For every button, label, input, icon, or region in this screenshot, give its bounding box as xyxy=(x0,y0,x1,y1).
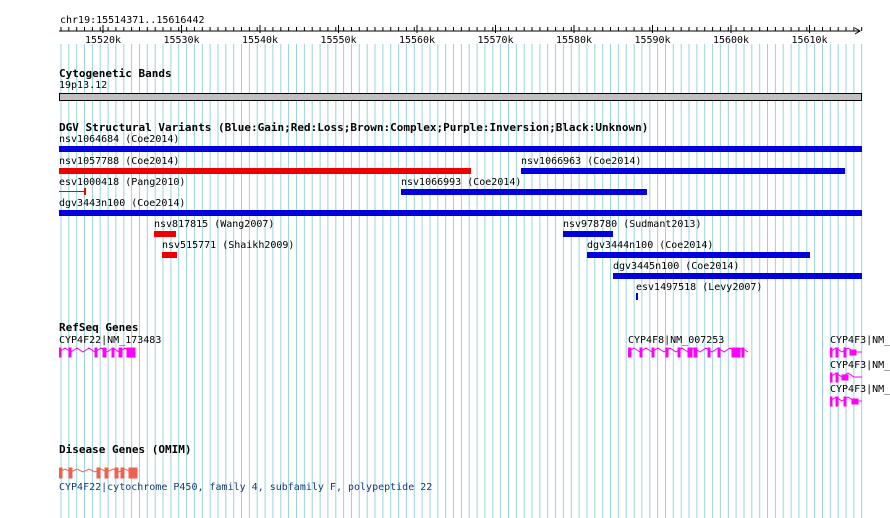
omim-gene-description[interactable]: CYP4F22|cytochrome P450, family 4, subfa… xyxy=(59,482,432,493)
variant-bar[interactable] xyxy=(613,273,862,279)
ruler-tick-label: 15520k xyxy=(85,35,121,45)
gene-model[interactable] xyxy=(830,394,864,408)
variant-label: nsv1066993 (Coe2014) xyxy=(401,177,522,188)
variant-bar[interactable] xyxy=(563,231,613,237)
ruler-tick-label: 15570k xyxy=(477,35,513,45)
variant-label: dgv3444n100 (Coe2014) xyxy=(587,240,714,251)
variant-bar[interactable] xyxy=(59,146,862,152)
omim-track-title: Disease Genes (OMIM) xyxy=(59,443,192,456)
ruler-tick-label: 15540k xyxy=(242,35,278,45)
variant-bar[interactable] xyxy=(636,293,638,300)
variant-bar[interactable] xyxy=(59,168,471,174)
ruler-tick-label: 15600k xyxy=(713,35,749,45)
variant-label: esv1000418 (Pang2010) xyxy=(59,177,186,188)
variant-bar[interactable] xyxy=(521,168,845,174)
gene-model[interactable] xyxy=(830,345,864,359)
variant-bar[interactable] xyxy=(401,189,647,195)
gene-model[interactable] xyxy=(628,345,752,359)
refseq-track-title: RefSeq Genes xyxy=(59,321,139,334)
ruler-tick-label: 15560k xyxy=(399,35,435,45)
omim-gene-model[interactable] xyxy=(59,466,141,480)
ruler-tick-label: 15590k xyxy=(634,35,670,45)
ruler[interactable]: 15520k 15530k 15540k 15550k 15560k 15570k 1558… xyxy=(0,25,890,45)
cytoband-label: 19p13.12 xyxy=(59,80,108,91)
variant-bar-end xyxy=(84,188,86,195)
ruler-tick-label: 15580k xyxy=(556,35,592,45)
ruler-tick-label: 15530k xyxy=(163,35,199,45)
variant-bar[interactable] xyxy=(587,252,810,258)
cytoband-bar[interactable] xyxy=(59,93,862,101)
ruler-tick-label: 15610k xyxy=(791,35,827,45)
gene-model[interactable] xyxy=(830,370,864,384)
variant-bar[interactable] xyxy=(154,231,176,237)
variant-label: esv1497518 (Levy2007) xyxy=(636,282,763,293)
variant-label: nsv978780 (Sudmant2013) xyxy=(563,219,702,230)
variant-bar[interactable] xyxy=(59,191,85,192)
variant-bar[interactable] xyxy=(162,252,177,258)
dgv-track-title: DGV Structural Variants (Blue:Gain;Red:L… xyxy=(59,121,649,134)
gene-model[interactable] xyxy=(59,345,139,359)
ruler-tick-label: 15550k xyxy=(320,35,356,45)
variant-label: dgv3445n100 (Coe2014) xyxy=(613,261,740,272)
variant-label: nsv1057788 (Coe2014) xyxy=(59,156,180,167)
cytoband-track-title: Cytogenetic Bands xyxy=(59,67,172,80)
variant-label: nsv515771 (Shaikh2009) xyxy=(162,240,295,251)
variant-label: nsv1064684 (Coe2014) xyxy=(59,134,180,145)
variant-label: nsv1066963 (Coe2014) xyxy=(521,156,642,167)
variant-label: dgv3443n100 (Coe2014) xyxy=(59,198,186,209)
variant-bar[interactable] xyxy=(59,210,862,216)
variant-label: nsv817815 (Wang2007) xyxy=(154,219,275,230)
